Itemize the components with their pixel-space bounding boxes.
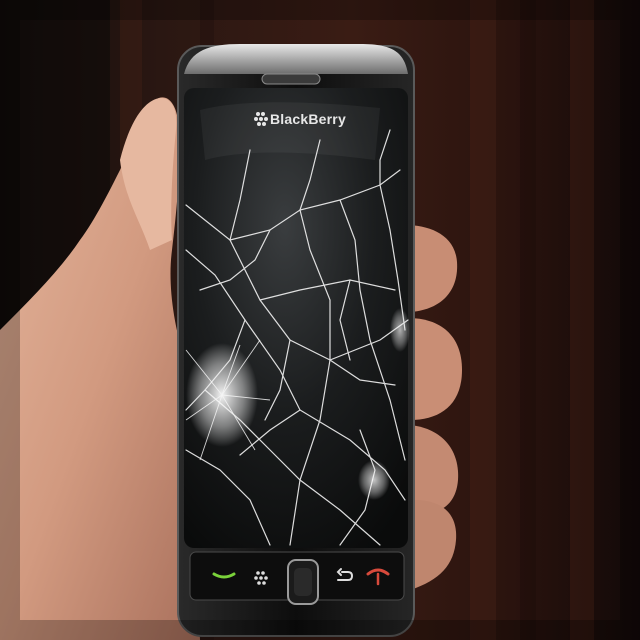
earpiece xyxy=(261,73,321,85)
crack-impact-edge xyxy=(390,308,410,352)
trackpad-surface xyxy=(294,568,312,596)
glass-reflection xyxy=(200,102,380,160)
crack-impact-right xyxy=(358,460,390,500)
phone-top-chrome xyxy=(184,44,408,74)
photo-scene: BlackBerry xyxy=(0,0,640,640)
